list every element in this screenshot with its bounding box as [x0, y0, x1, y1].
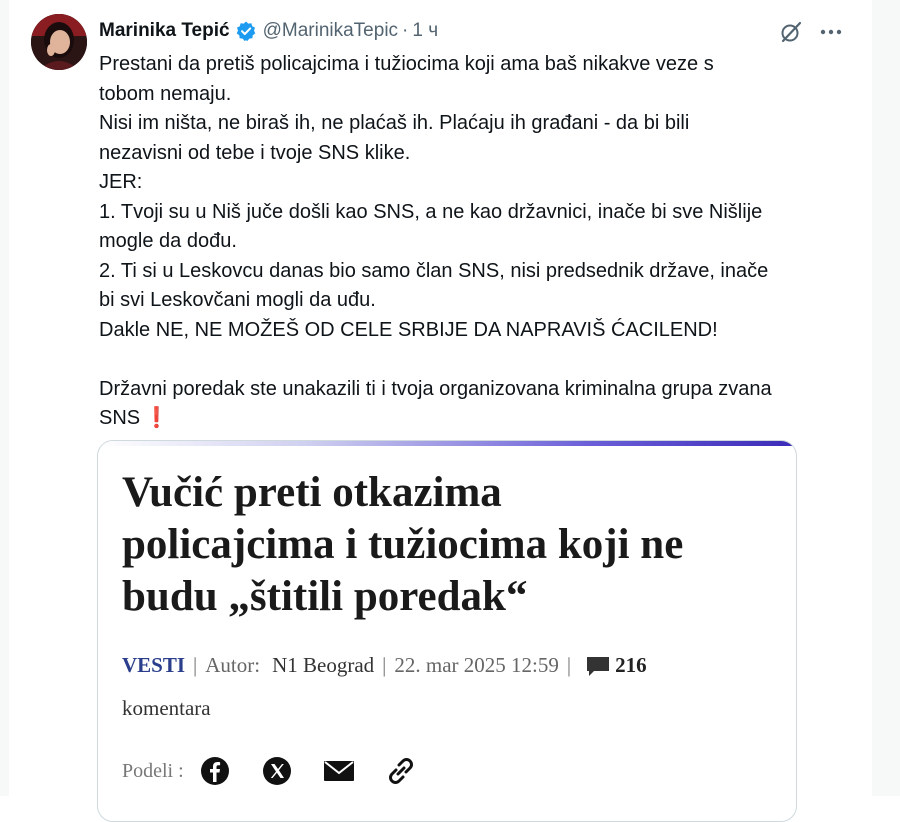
grok-icon[interactable] — [779, 20, 803, 44]
more-icon[interactable] — [817, 20, 845, 44]
tweet-line: bi svi Leskovčani mogli da uđu. — [99, 289, 376, 311]
section-link[interactable]: VESTI — [122, 653, 185, 678]
tweet-last-line: SNS ❗ — [99, 404, 859, 434]
avatar[interactable] — [31, 14, 87, 70]
tweet-line: tobom nemaju. — [99, 82, 232, 105]
tweet-line: Nisi im ništa, ne biraš ih, ne plaćaš ih… — [99, 112, 690, 134]
tweet-time[interactable]: 1 ч — [412, 20, 438, 42]
tweet-line: nezavisni od tebe i tvoje SNS klike. — [99, 141, 411, 164]
tweet-line: Državni poredak ste unakazili ti i tvoja… — [99, 377, 772, 400]
share-row: Podeli : — [122, 751, 446, 791]
tweet-line: 1. Tvoji su u Niš juče došli kao SNS, a … — [99, 200, 763, 223]
comment-bubble-icon[interactable] — [585, 654, 611, 678]
article-author[interactable]: N1 Beograd — [272, 653, 374, 678]
article-meta: VESTI | Autor: N1 Beograd | 22. mar 2025… — [122, 653, 782, 678]
exclamation-emoji: ❗ — [144, 407, 170, 429]
meta-divider: | — [382, 653, 387, 677]
tweet-header: Marinika Tepić @MarinikaTepic · 1 ч — [99, 16, 438, 46]
card-top-bar — [98, 441, 796, 446]
x-icon[interactable] — [260, 754, 294, 788]
meta-divider: | — [566, 653, 572, 677]
tweet-line: mogle da dođu. — [99, 230, 237, 252]
author-name[interactable]: Marinika Tepić — [99, 20, 230, 42]
link-icon[interactable] — [384, 754, 418, 788]
tweet-last-word: SNS — [99, 407, 141, 429]
article-title-line: Vučić preti otkazima — [122, 469, 502, 516]
article-date: 22. mar 2025 12:59 — [394, 653, 559, 677]
author-label: Autor: — [205, 653, 261, 677]
tweet-line: 2. Ti si u Leskovcu danas bio samo član … — [99, 259, 769, 282]
author-handle[interactable]: @MarinikaTepic — [263, 20, 398, 42]
tweet-line: Prestani da pretiš policajcima i tužioci… — [99, 53, 714, 75]
facebook-icon[interactable] — [198, 754, 232, 788]
left-gutter — [0, 0, 9, 796]
article-title[interactable]: Vučić preti otkazima policajcima i tužio… — [122, 467, 782, 623]
tweet-line: Dakle NE, NE MOŽEŠ OD CELE SRBIJE DA NAP… — [99, 318, 718, 341]
comment-count[interactable]: 216 — [615, 653, 647, 678]
verified-badge-icon — [236, 21, 255, 41]
tweet[interactable]: Marinika Tepić @MarinikaTepic · 1 ч Pres… — [9, 0, 872, 822]
article-card[interactable]: Vučić preti otkazima policajcima i tužio… — [97, 440, 797, 822]
header-separator: · — [402, 20, 409, 41]
meta-divider: | — [193, 653, 198, 677]
comments-label[interactable]: komentara — [122, 696, 211, 721]
article-title-line: budu „štitili poredak“ — [122, 573, 528, 620]
share-label: Podeli : — [122, 759, 184, 782]
article-title-line: policajcima i tužiocima koji ne — [122, 521, 684, 568]
tweet-text: Prestani da pretiš policajcima i tužioci… — [99, 50, 859, 434]
email-icon[interactable] — [322, 754, 356, 788]
tweet-line: JER: — [99, 171, 143, 193]
right-gutter — [872, 0, 900, 796]
